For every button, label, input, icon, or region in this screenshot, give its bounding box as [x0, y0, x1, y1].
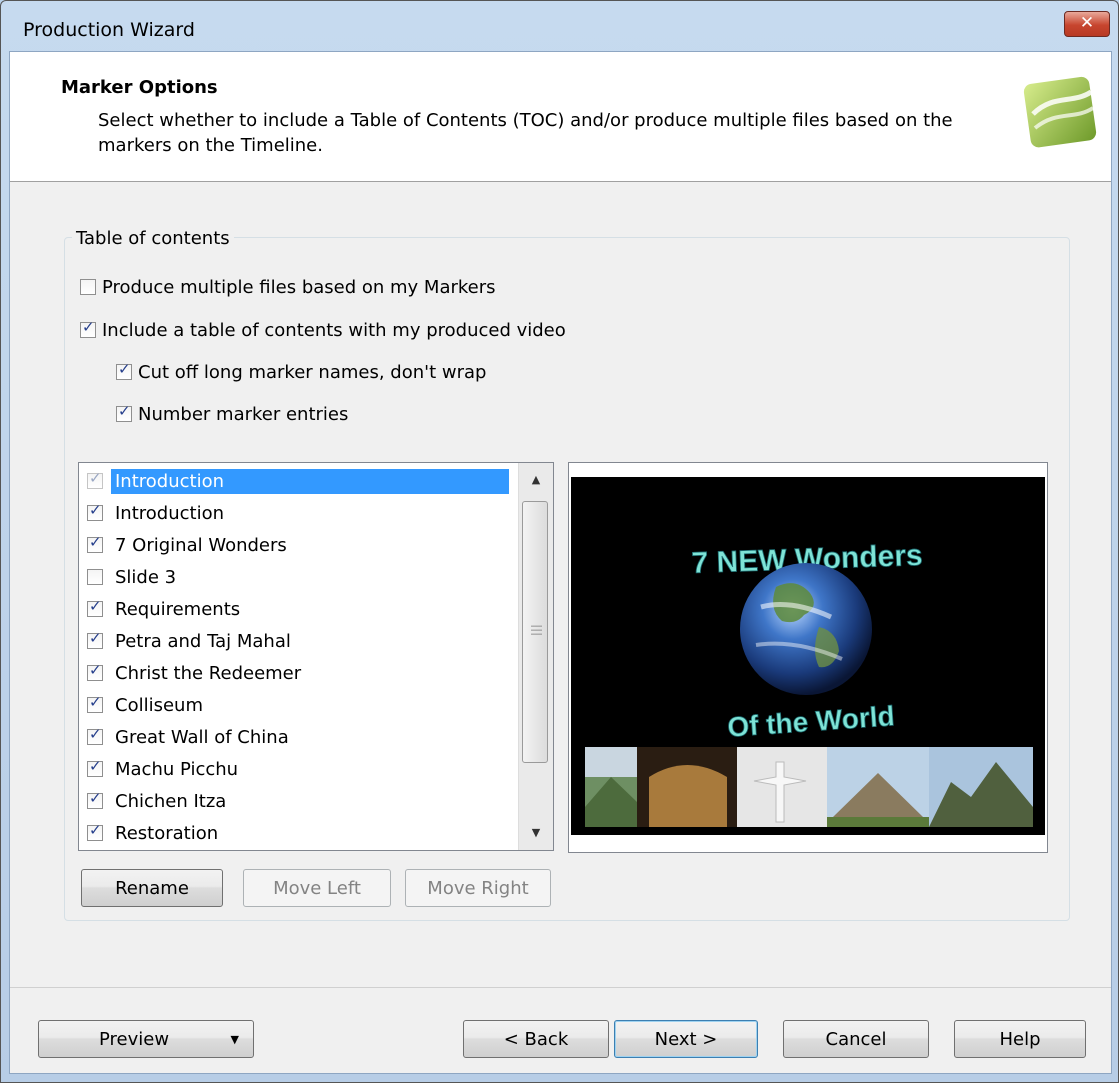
list-item[interactable]: Christ the Redeemer [81, 657, 515, 689]
list-item-label: Machu Picchu [115, 758, 239, 780]
wonders-photo-strip [585, 747, 1033, 827]
earth-globe [740, 563, 872, 695]
list-item[interactable]: Petra and Taj Mahal [81, 625, 515, 657]
scroll-down-icon[interactable]: ▼ [519, 818, 553, 848]
preview-button-label: Preview [99, 1029, 170, 1050]
production-wizard-window: Production Wizard ✕ Marker Options Selec… [0, 0, 1119, 1083]
chevron-down-icon: ▼ [230, 1033, 239, 1046]
checkbox-label: Cut off long marker names, don't wrap [138, 361, 487, 383]
title-bar[interactable]: Production Wizard ✕ [1, 1, 1118, 51]
list-item[interactable]: Colliseum [81, 689, 515, 721]
camtasia-logo-icon [1023, 76, 1097, 148]
list-item-checkbox[interactable] [87, 757, 103, 777]
list-item-label: Colliseum [115, 694, 203, 716]
scroll-up-icon[interactable]: ▲ [519, 465, 553, 495]
list-item-label: Chichen Itza [115, 790, 227, 812]
footer-divider [10, 987, 1111, 988]
checkbox-label: Include a table of contents with my prod… [102, 319, 566, 341]
next-button[interactable]: Next > [614, 1020, 758, 1058]
list-item-label: Slide 3 [115, 566, 177, 588]
wizard-header: Marker Options Select whether to include… [10, 52, 1111, 182]
checkbox-box[interactable] [80, 279, 96, 295]
page-description: Select whether to include a Table of Con… [98, 110, 953, 156]
list-item-checkbox[interactable] [87, 569, 103, 585]
list-item-checkbox[interactable] [87, 501, 103, 521]
list-item-checkbox[interactable] [87, 533, 103, 553]
list-item-label: Great Wall of China [115, 726, 289, 748]
list-item-checkbox[interactable] [87, 725, 103, 745]
list-item-checkbox[interactable] [87, 597, 103, 617]
list-item[interactable]: Introduction [81, 465, 515, 497]
checkbox-label: Number marker entries [138, 403, 349, 425]
list-scrollbar[interactable]: ▲ ― ― ― ▼ [518, 463, 553, 850]
checkbox-box[interactable] [80, 318, 96, 338]
preview-image: 7 NEW Wonders Of the World [571, 477, 1045, 835]
back-button[interactable]: < Back [463, 1020, 609, 1058]
list-item-checkbox[interactable] [87, 789, 103, 809]
list-item-checkbox[interactable] [87, 629, 103, 649]
move-left-button[interactable]: Move Left [243, 869, 391, 907]
list-item-label: Restoration [115, 822, 219, 844]
list-item-checkbox[interactable] [87, 661, 103, 681]
list-item-label: Introduction [111, 468, 509, 494]
page-title: Marker Options [61, 77, 218, 98]
list-item-label: Introduction [115, 502, 225, 524]
list-item[interactable]: Machu Picchu [81, 753, 515, 785]
list-item[interactable]: Chichen Itza [81, 785, 515, 817]
list-item[interactable]: Restoration [81, 817, 515, 849]
list-item-checkbox [87, 469, 103, 489]
close-button[interactable]: ✕ [1064, 11, 1110, 37]
grip-icon: ― ― ― [531, 619, 542, 640]
produce-multiple-files-checkbox[interactable]: Produce multiple files based on my Marke… [80, 275, 496, 299]
preview-graphic: 7 NEW Wonders Of the World [585, 539, 1033, 827]
list-item[interactable]: Introduction [81, 497, 515, 529]
checkbox-label: Produce multiple files based on my Marke… [102, 276, 496, 298]
toc-preview-panel: 7 NEW Wonders Of the World [568, 462, 1048, 853]
cut-off-names-checkbox[interactable]: Cut off long marker names, don't wrap [116, 360, 486, 384]
list-item[interactable]: 7 Original Wonders [81, 529, 515, 561]
include-toc-checkbox[interactable]: Include a table of contents with my prod… [80, 318, 566, 342]
checkbox-box[interactable] [116, 360, 132, 380]
marker-list[interactable]: Introduction Introduction 7 Original Won… [78, 462, 554, 851]
rename-button[interactable]: Rename [81, 869, 223, 907]
list-item-label: 7 Original Wonders [115, 534, 287, 556]
wizard-body: Marker Options Select whether to include… [9, 51, 1112, 1074]
list-item[interactable]: Slide 3 [81, 561, 515, 593]
preview-title-bottom: Of the World [726, 700, 895, 743]
help-button[interactable]: Help [954, 1020, 1086, 1058]
move-right-button[interactable]: Move Right [405, 869, 551, 907]
window-title: Production Wizard [23, 19, 195, 41]
list-item-label: Christ the Redeemer [115, 662, 302, 684]
toc-group-label: Table of contents [72, 228, 234, 249]
list-item-label: Petra and Taj Mahal [115, 630, 291, 652]
list-item-checkbox[interactable] [87, 821, 103, 841]
preview-button[interactable]: Preview ▼ [38, 1020, 254, 1058]
list-item[interactable]: Requirements [81, 593, 515, 625]
cancel-button[interactable]: Cancel [783, 1020, 929, 1058]
list-item[interactable]: Great Wall of China [81, 721, 515, 753]
checkbox-box[interactable] [116, 402, 132, 422]
list-item-label: Requirements [115, 598, 241, 620]
scroll-thumb[interactable]: ― ― ― [522, 501, 548, 763]
close-icon: ✕ [1079, 13, 1095, 33]
number-entries-checkbox[interactable]: Number marker entries [116, 402, 348, 426]
list-item-checkbox[interactable] [87, 693, 103, 713]
